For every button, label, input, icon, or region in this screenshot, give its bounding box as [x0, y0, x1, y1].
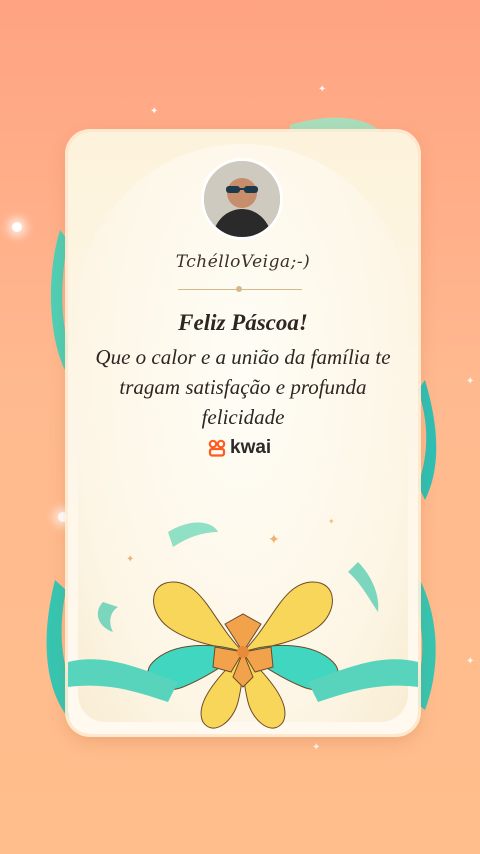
- greeting-card: TchélloVeiga;-) Feliz Páscoa! Que o calo…: [68, 132, 418, 734]
- greeting-message: Que o calor e a união da família te trag…: [95, 345, 391, 429]
- sparkle-icon: ✦: [126, 554, 134, 565]
- glow-dot: [12, 222, 22, 232]
- username: TchélloVeiga;-): [175, 252, 311, 272]
- sparkle-icon: ✦: [466, 656, 475, 667]
- greeting-title: Feliz Páscoa!: [178, 310, 308, 335]
- sparkle-icon: ✦: [466, 376, 475, 387]
- sparkle-icon: ✦: [328, 517, 335, 526]
- flower-decoration: ✦ ✦ ✦: [68, 517, 418, 729]
- sparkle-icon: ✦: [318, 84, 327, 95]
- avatar-photo: [204, 161, 280, 237]
- sparkle-icon: ✦: [268, 533, 280, 548]
- brand: kwai: [208, 437, 271, 459]
- avatar[interactable]: [201, 158, 283, 240]
- kwai-logo-icon: [208, 439, 226, 457]
- divider-ornament: [236, 286, 242, 292]
- brand-name: kwai: [230, 437, 272, 458]
